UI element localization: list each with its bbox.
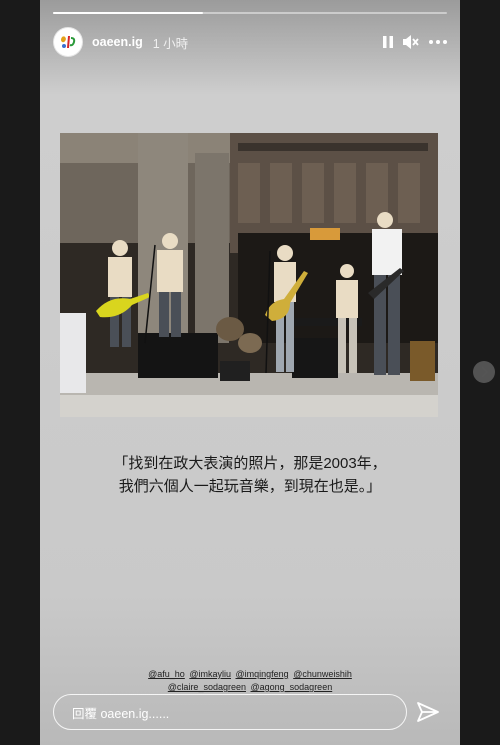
mention-tag[interactable]: @chunweishih [293,669,352,679]
mention-tag[interactable]: @afu_ho [148,669,185,679]
mention-tag[interactable]: @agong_sodagreen [251,682,333,692]
reply-input[interactable]: 回覆 oaeen.ig...... [53,694,407,730]
mention-tag[interactable]: @imqingfeng [236,669,289,679]
story-progress-bar [53,12,447,14]
caption-line-2: 我們六個人一起玩音樂，到現在也是。」 [118,478,382,495]
mention-tags: @afu_ho @imkayliu @imqingfeng @chunweish… [80,668,420,694]
avatar[interactable] [53,27,83,57]
mention-tag[interactable]: @imkayliu [189,669,231,679]
band-photo [60,133,438,417]
pause-icon[interactable] [382,35,394,49]
story-controls [382,34,448,50]
caption-line-1: 「找到在政大表演的照片，那是2003年， [113,455,387,472]
mention-tag[interactable]: @claire_sodagreen [168,682,246,692]
story-progress-fill [53,12,203,14]
timestamp: 1 小時 [152,36,189,51]
more-icon[interactable] [428,39,448,45]
send-icon[interactable] [416,700,440,724]
story-caption: 「找到在政大表演的照片，那是2003年， 我們六個人一起玩音樂，到現在也是。」 [60,452,440,498]
oaeen-logo [57,31,79,53]
next-story-button[interactable] [473,361,495,383]
story-header: oaeen.ig 1 小時 [53,27,448,57]
mute-icon[interactable] [402,34,420,50]
username[interactable]: oaeen.ig [92,35,143,49]
reply-placeholder: 回覆 oaeen.ig...... [72,706,170,721]
chevron-right-icon [481,366,489,378]
story-viewer[interactable]: oaeen.ig 1 小時 「找到在政大表演的照片，那是2003年， 我們六個人… [40,0,460,745]
